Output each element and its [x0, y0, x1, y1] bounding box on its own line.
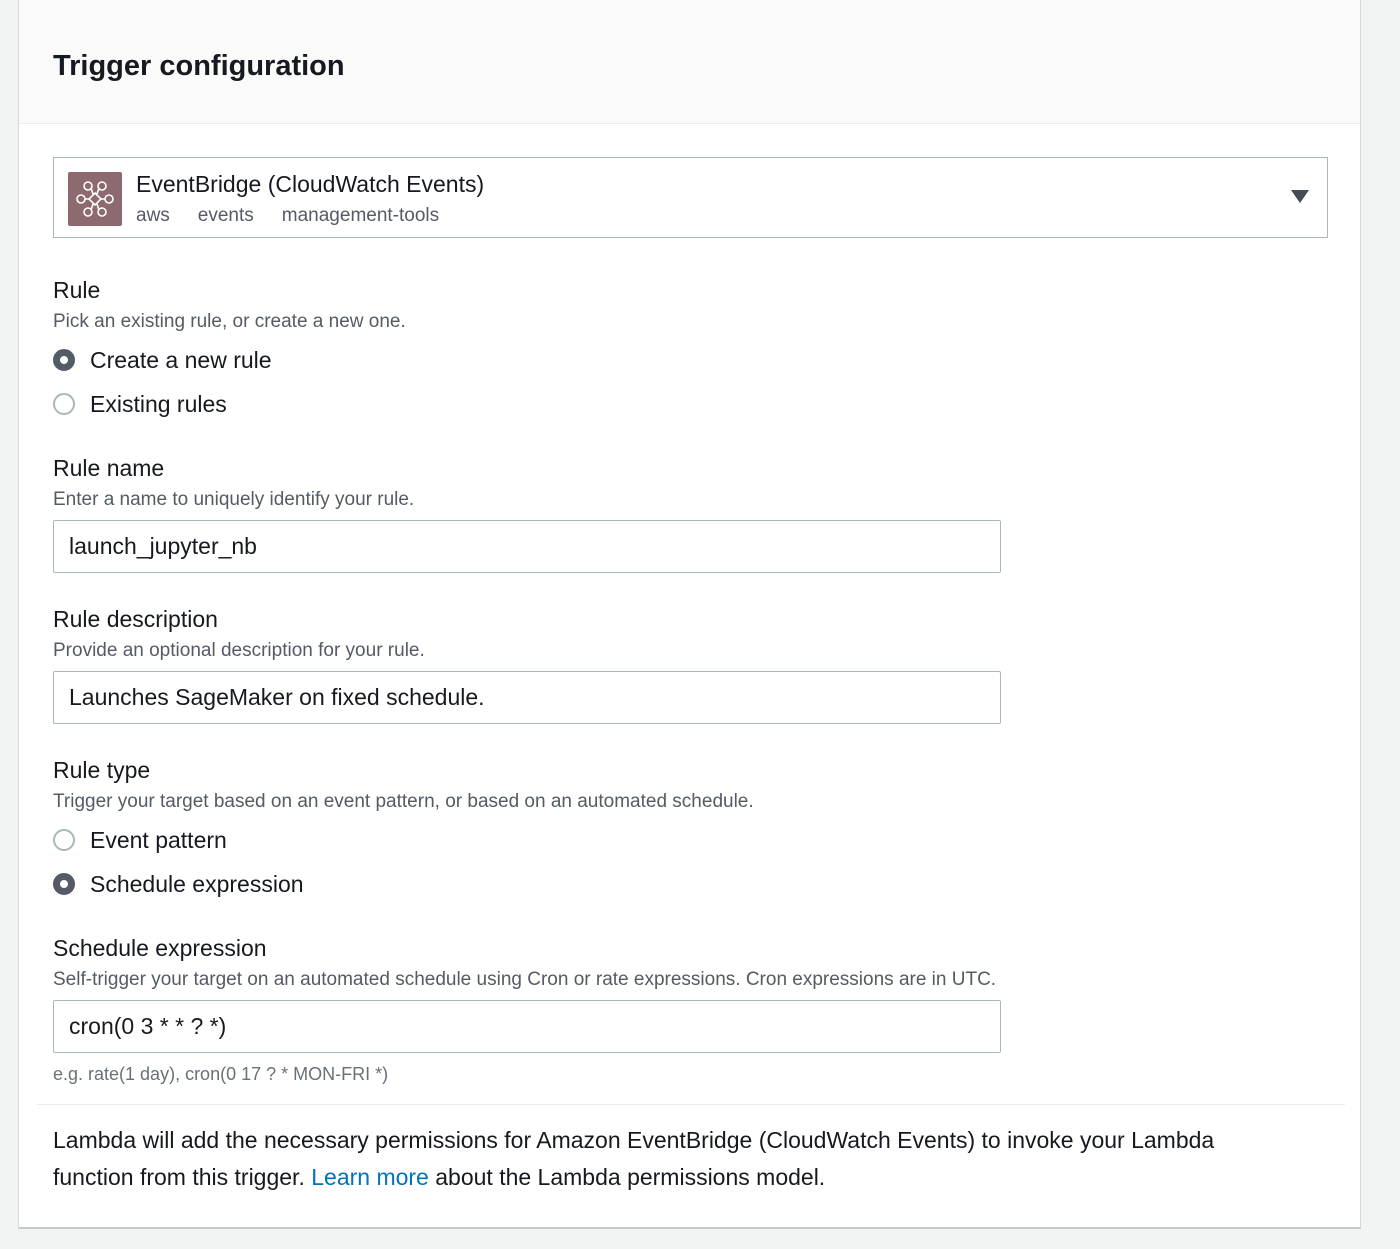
radio-button[interactable] [53, 829, 75, 851]
service-tag: aws [136, 205, 170, 226]
radio-existing-rules[interactable]: Existing rules [53, 390, 227, 418]
radio-button[interactable] [53, 393, 75, 415]
rule-type-description: Trigger your target based on an event pa… [53, 791, 754, 812]
radio-label: Schedule expression [90, 871, 304, 897]
trigger-configuration-panel: Trigger configuration EventBridge (Cloud… [18, 0, 1361, 1229]
service-tag: events [197, 205, 254, 226]
service-tag: management-tools [281, 205, 440, 226]
learn-more-link[interactable]: Learn more [311, 1164, 429, 1190]
radio-label: Event pattern [90, 827, 227, 853]
rule-name-description: Enter a name to uniquely identify your r… [53, 489, 415, 510]
radio-schedule-expression[interactable]: Schedule expression [53, 870, 304, 898]
radio-create-new-rule[interactable]: Create a new rule [53, 346, 272, 374]
trigger-source-select[interactable]: EventBridge (CloudWatch Events) aws even… [53, 157, 1328, 238]
rule-name-input[interactable]: launch_jupyter_nb [53, 520, 1001, 573]
permissions-note-text-end: about the Lambda permissions model. [428, 1164, 826, 1190]
radio-button[interactable] [53, 349, 75, 371]
service-name: EventBridge (CloudWatch Events) [136, 171, 485, 197]
radio-label: Existing rules [90, 391, 227, 417]
caret-down-icon[interactable] [1291, 190, 1309, 203]
rule-description-label: Rule description [53, 606, 218, 632]
divider [37, 1104, 1345, 1105]
schedule-expression-description: Self-trigger your target on an automated… [53, 969, 997, 990]
radio-label: Create a new rule [90, 347, 272, 373]
panel-header: Trigger configuration [19, 0, 1360, 124]
service-tags: aws events management-tools [136, 204, 439, 228]
permissions-note: Lambda will add the necessary permission… [53, 1122, 1293, 1196]
rule-type-label: Rule type [53, 757, 151, 783]
schedule-expression-input[interactable]: cron(0 3 * * ? *) [53, 1000, 1001, 1053]
schedule-expression-label: Schedule expression [53, 935, 267, 961]
panel-title: Trigger configuration [53, 50, 345, 82]
rule-description-hint: Provide an optional description for your… [53, 640, 425, 661]
schedule-expression-example: e.g. rate(1 day), cron(0 17 ? * MON-FRI … [53, 1064, 389, 1084]
radio-button[interactable] [53, 873, 75, 895]
radio-event-pattern[interactable]: Event pattern [53, 826, 227, 854]
rule-description-input[interactable]: Launches SageMaker on fixed schedule. [53, 671, 1001, 724]
rule-label: Rule [53, 277, 101, 303]
rule-description-text: Pick an existing rule, or create a new o… [53, 311, 406, 332]
eventbridge-icon [68, 172, 122, 226]
rule-name-label: Rule name [53, 455, 165, 481]
